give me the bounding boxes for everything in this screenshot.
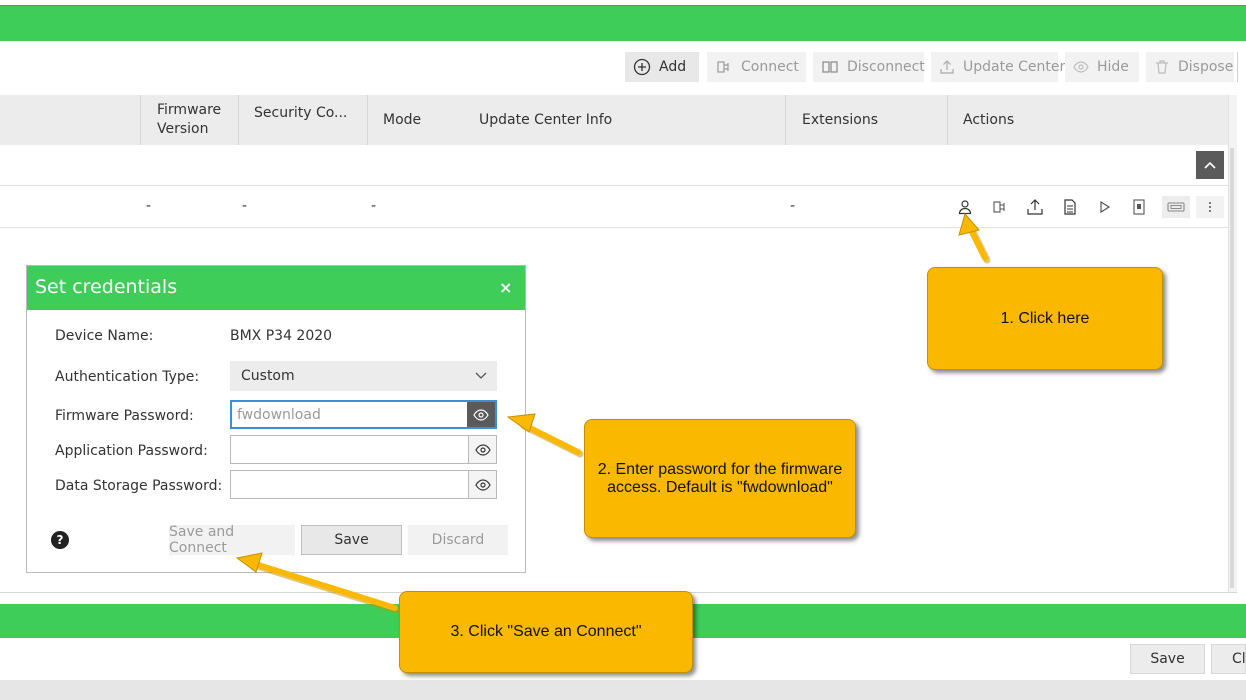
auth-type-value: Custom	[241, 368, 295, 384]
collapse-button[interactable]	[1196, 151, 1224, 179]
close-icon[interactable]: ×	[499, 278, 512, 297]
dispose-label: Dispose	[1178, 59, 1234, 75]
callout-step-2-line2: access. Default is "fwdownload"	[607, 478, 833, 496]
firmware-password-input[interactable]	[232, 402, 467, 427]
play-icon[interactable]	[1094, 196, 1116, 218]
show-password-eye-icon[interactable]	[467, 402, 495, 427]
device-name-value: BMX P34 2020	[230, 328, 333, 344]
set-credentials-user-icon[interactable]	[954, 196, 976, 218]
data-storage-password-input[interactable]	[231, 471, 468, 498]
column-update-center-info-label: Update Center Info	[479, 111, 613, 128]
upload-icon[interactable]	[1024, 196, 1046, 218]
hide-label: Hide	[1097, 59, 1129, 75]
column-mode-label: Mode	[383, 111, 422, 128]
toolbar-divider	[1237, 52, 1238, 82]
callout-step-1: 1. Click here	[927, 267, 1163, 370]
callout-step-3: 3. Click "Save an Connect"	[399, 591, 693, 673]
show-password-eye-icon[interactable]	[468, 471, 496, 498]
status-strip	[0, 680, 1246, 700]
plus-circle-icon	[633, 58, 651, 76]
add-button[interactable]: Add	[625, 52, 699, 82]
group-row	[0, 145, 1228, 186]
footer-save-button[interactable]: Save	[1130, 644, 1205, 674]
column-separator	[947, 95, 948, 145]
callout-step-3-text: 3. Click "Save an Connect"	[450, 623, 642, 640]
scrollbar-thumb[interactable]	[1230, 148, 1234, 588]
auth-type-label: Authentication Type:	[55, 369, 200, 385]
disconnect-plug-icon	[822, 61, 838, 73]
top-banner	[0, 5, 1246, 41]
chevron-down-icon	[475, 372, 487, 379]
application-password-label: Application Password:	[55, 443, 208, 459]
storage-card-icon[interactable]	[1162, 196, 1190, 218]
save-button[interactable]: Save	[301, 525, 402, 555]
column-extensions[interactable]: Extensions	[802, 95, 878, 145]
callout-step-2-line1: 2. Enter password for the firmware	[597, 460, 843, 478]
connect-button[interactable]: Connect	[707, 52, 806, 82]
data-storage-password-field	[230, 470, 497, 499]
column-separator	[238, 95, 239, 145]
connect-label: Connect	[741, 59, 799, 75]
column-firmware-version-line1: Firmware	[157, 102, 222, 118]
column-actions[interactable]: Actions	[963, 95, 1014, 145]
dialog-title: Set credentials	[35, 276, 178, 298]
disconnect-button[interactable]: Disconnect	[813, 52, 925, 82]
add-label: Add	[659, 59, 687, 75]
application-password-field	[230, 435, 497, 464]
column-mode[interactable]: Mode	[383, 95, 421, 145]
eye-icon	[1073, 61, 1089, 73]
column-actions-label: Actions	[963, 111, 1015, 128]
upload-icon	[940, 60, 954, 74]
column-security[interactable]: Security Co...	[254, 95, 347, 145]
connect-plug-icon	[717, 61, 729, 73]
device-name-label: Device Name:	[55, 328, 154, 344]
update-center-label: Update Center	[963, 59, 1066, 75]
column-separator	[785, 95, 786, 145]
trash-icon	[1156, 60, 1168, 74]
more-menu-icon[interactable]	[1196, 196, 1224, 218]
hide-button[interactable]: Hide	[1065, 52, 1139, 82]
column-separator	[140, 95, 141, 145]
cell-extensions: -	[790, 198, 796, 214]
callout-step-1-text: 1. Click here	[1000, 309, 1090, 327]
column-update-center-info[interactable]: Update Center Info	[479, 95, 612, 145]
cell-security: -	[242, 198, 248, 214]
auth-type-select[interactable]: Custom	[230, 361, 497, 391]
connect-icon[interactable]	[989, 196, 1011, 218]
column-extensions-label: Extensions	[802, 111, 879, 128]
help-icon[interactable]: ?	[51, 531, 69, 549]
column-firmware-version-line2: Version	[157, 121, 209, 137]
discard-button[interactable]: Discard	[408, 525, 508, 555]
data-storage-password-label: Data Storage Password:	[55, 478, 223, 494]
firmware-password-field	[230, 400, 497, 429]
show-password-eye-icon[interactable]	[468, 436, 496, 463]
callout-step-2: 2. Enter password for the firmware acces…	[584, 419, 856, 538]
column-security-label: Security Co...	[254, 105, 348, 121]
device-memory-icon[interactable]	[1128, 196, 1150, 218]
cell-mode: -	[371, 198, 377, 214]
cell-firmware-version: -	[146, 198, 152, 214]
chevron-up-icon	[1204, 161, 1216, 169]
column-firmware-version[interactable]: Firmware Version	[157, 95, 221, 145]
column-separator	[367, 95, 368, 145]
firmware-password-label: Firmware Password:	[55, 408, 194, 424]
set-credentials-dialog: Set credentials × Device Name: BMX P34 2…	[26, 265, 526, 573]
update-center-button[interactable]: Update Center	[931, 52, 1065, 82]
disconnect-label: Disconnect	[847, 59, 925, 75]
save-and-connect-button[interactable]: Save and Connect	[169, 524, 295, 556]
application-password-input[interactable]	[231, 436, 468, 463]
footer-close-button[interactable]: Cl	[1211, 644, 1246, 674]
dispose-button[interactable]: Dispose	[1146, 52, 1234, 82]
document-icon[interactable]	[1059, 196, 1081, 218]
